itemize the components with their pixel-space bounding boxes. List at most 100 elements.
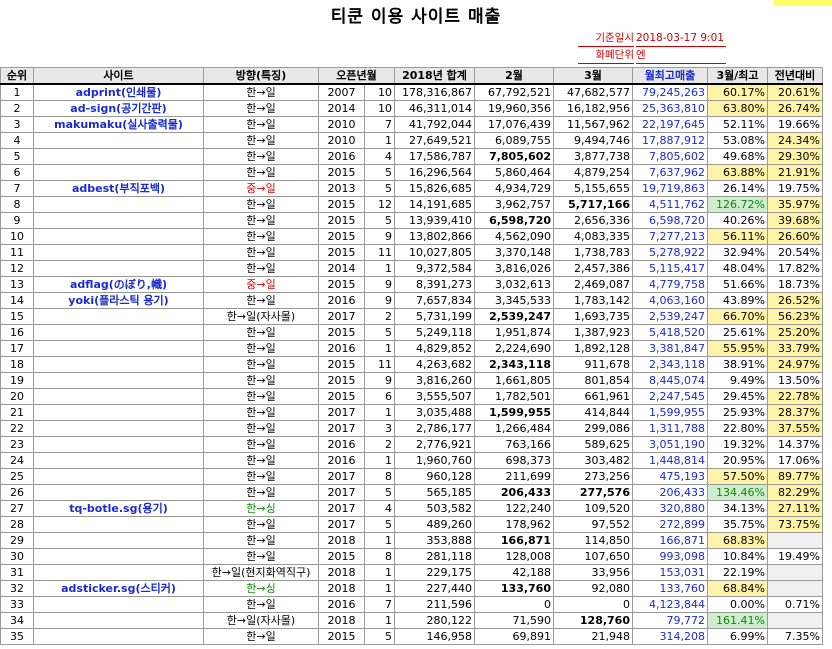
- yoy-cell[interactable]: 18.73%: [767, 276, 823, 293]
- mar-cell[interactable]: 1,693,735: [553, 308, 633, 325]
- mar-over-max-cell[interactable]: 32.94%: [707, 244, 768, 261]
- mar-cell[interactable]: 5,155,655: [553, 180, 633, 197]
- yoy-cell[interactable]: [767, 580, 823, 597]
- site-cell[interactable]: [33, 324, 204, 341]
- site-cell[interactable]: [33, 628, 204, 645]
- open-month-cell[interactable]: 3: [364, 420, 395, 437]
- direction-cell[interactable]: 한→일: [203, 372, 319, 389]
- direction-cell[interactable]: 한→일: [203, 420, 319, 437]
- table-row[interactable]: 32 adsticker.sg(스티커) 한→싱 2018 1 227,440 133,76…: [0, 580, 823, 597]
- rank-cell[interactable]: 24: [0, 452, 34, 469]
- direction-cell[interactable]: 한→일: [203, 132, 319, 149]
- table-row[interactable]: 18 한→일 2015 11 4,263,682 2,343,118 911,678 2,34…: [0, 356, 823, 373]
- open-month-cell[interactable]: 6: [364, 388, 395, 405]
- monthly-max-cell[interactable]: 1,448,814: [632, 452, 708, 469]
- direction-cell[interactable]: 한→일: [203, 532, 319, 549]
- table-row[interactable]: 12 한→일 2014 1 9,372,584 3,816,026 2,457,386 5,1…: [0, 260, 823, 277]
- rank-cell[interactable]: 16: [0, 324, 34, 341]
- table-row[interactable]: 13 adflag(のぼり,幟) 중→일 2015 9 8,391,273 3,032,61…: [0, 276, 823, 293]
- direction-cell[interactable]: 한→일: [203, 244, 319, 261]
- table-row[interactable]: 16 한→일 2015 5 5,249,118 1,951,874 1,387,923 5,4…: [0, 324, 823, 341]
- yoy-cell[interactable]: 37.55%: [767, 420, 823, 437]
- mar-cell[interactable]: 9,494,746: [553, 132, 633, 149]
- total-2018-cell[interactable]: 2,786,177: [394, 420, 475, 437]
- base-date-value[interactable]: 2018-03-17 9:01: [636, 31, 726, 47]
- feb-cell[interactable]: 71,590: [474, 612, 554, 629]
- yoy-cell[interactable]: 89.77%: [767, 468, 823, 485]
- mar-cell[interactable]: 4,083,335: [553, 228, 633, 245]
- feb-cell[interactable]: 166,871: [474, 532, 554, 549]
- yoy-cell[interactable]: [767, 564, 823, 581]
- site-cell[interactable]: tq-botle.sg(용기): [33, 500, 204, 517]
- header-open-date[interactable]: 오픈년월: [318, 67, 395, 85]
- mar-cell[interactable]: 2,469,087: [553, 276, 633, 293]
- monthly-max-cell[interactable]: 5,278,922: [632, 244, 708, 261]
- table-row[interactable]: 35 한→일 2015 5 146,958 69,891 21,948 314,208 6.99…: [0, 628, 823, 645]
- feb-cell[interactable]: 69,891: [474, 628, 554, 645]
- site-cell[interactable]: [33, 372, 204, 389]
- table-row[interactable]: 28 한→일 2017 5 489,260 178,962 97,552 272,899 35.…: [0, 516, 823, 533]
- header-2018-total[interactable]: 2018년 합계: [394, 67, 475, 85]
- mar-cell[interactable]: 1,387,923: [553, 324, 633, 341]
- table-row[interactable]: 4 한→일 2010 1 27,649,521 6,089,755 9,494,746 17,…: [0, 132, 823, 149]
- rank-cell[interactable]: 35: [0, 628, 34, 645]
- open-month-cell[interactable]: 11: [364, 356, 395, 373]
- yoy-cell[interactable]: 19.66%: [767, 116, 823, 133]
- rank-cell[interactable]: 18: [0, 356, 34, 373]
- header-site[interactable]: 사이트: [33, 67, 204, 85]
- table-row[interactable]: 9 한→일 2015 5 13,939,410 6,598,720 2,656,336 6,5…: [0, 212, 823, 229]
- open-year-cell[interactable]: 2015: [318, 164, 365, 181]
- open-month-cell[interactable]: 4: [364, 500, 395, 517]
- rank-cell[interactable]: 27: [0, 500, 34, 517]
- feb-cell[interactable]: 2,224,690: [474, 340, 554, 357]
- direction-cell[interactable]: 한→일: [203, 100, 319, 117]
- site-cell[interactable]: [33, 436, 204, 453]
- open-year-cell[interactable]: 2017: [318, 468, 365, 485]
- direction-cell[interactable]: 한→일: [203, 260, 319, 277]
- feb-cell[interactable]: 7,805,602: [474, 148, 554, 165]
- rank-cell[interactable]: 4: [0, 132, 34, 149]
- mar-cell[interactable]: 1,783,142: [553, 292, 633, 309]
- feb-cell[interactable]: 3,816,026: [474, 260, 554, 277]
- table-row[interactable]: 33 한→일 2016 7 211,596 0 0 4,123,844 0.00% 0.71%: [0, 596, 823, 613]
- open-year-cell[interactable]: 2015: [318, 628, 365, 645]
- feb-cell[interactable]: 17,076,439: [474, 116, 554, 133]
- total-2018-cell[interactable]: 960,128: [394, 468, 475, 485]
- total-2018-cell[interactable]: 17,586,787: [394, 148, 475, 165]
- rank-cell[interactable]: 32: [0, 580, 34, 597]
- monthly-max-cell[interactable]: 25,363,810: [632, 100, 708, 117]
- open-year-cell[interactable]: 2017: [318, 404, 365, 421]
- mar-over-max-cell[interactable]: 53.08%: [707, 132, 768, 149]
- total-2018-cell[interactable]: 146,958: [394, 628, 475, 645]
- feb-cell[interactable]: 1,599,955: [474, 404, 554, 421]
- open-month-cell[interactable]: 5: [364, 212, 395, 229]
- site-cell[interactable]: [33, 452, 204, 469]
- open-month-cell[interactable]: 5: [364, 164, 395, 181]
- table-row[interactable]: 6 한→일 2015 5 16,296,564 5,860,464 4,879,254 7,6…: [0, 164, 823, 181]
- mar-cell[interactable]: 114,850: [553, 532, 633, 549]
- mar-cell[interactable]: 3,877,738: [553, 148, 633, 165]
- yoy-cell[interactable]: 73.75%: [767, 516, 823, 533]
- header-mar[interactable]: 3월: [553, 67, 633, 85]
- yoy-cell[interactable]: [767, 612, 823, 629]
- direction-cell[interactable]: 한→일: [203, 292, 319, 309]
- monthly-max-cell[interactable]: 7,637,962: [632, 164, 708, 181]
- table-row[interactable]: 11 한→일 2015 11 10,027,805 3,370,148 1,738,783 5…: [0, 244, 823, 261]
- monthly-max-cell[interactable]: 166,871: [632, 532, 708, 549]
- direction-cell[interactable]: 한→일: [203, 484, 319, 501]
- site-cell[interactable]: [33, 612, 204, 629]
- open-month-cell[interactable]: 5: [364, 180, 395, 197]
- site-cell[interactable]: [33, 404, 204, 421]
- monthly-max-cell[interactable]: 7,277,213: [632, 228, 708, 245]
- open-year-cell[interactable]: 2015: [318, 244, 365, 261]
- table-row[interactable]: 20 한→일 2015 6 3,555,507 1,782,501 661,961 2,247…: [0, 388, 823, 405]
- table-row[interactable]: 21 한→일 2017 1 3,035,488 1,599,955 414,844 1,599…: [0, 404, 823, 421]
- mar-over-max-cell[interactable]: 6.99%: [707, 628, 768, 645]
- table-row[interactable]: 22 한→일 2017 3 2,786,177 1,266,484 299,086 1,311…: [0, 420, 823, 437]
- yoy-cell[interactable]: 17.06%: [767, 452, 823, 469]
- yoy-cell[interactable]: 19.75%: [767, 180, 823, 197]
- total-2018-cell[interactable]: 46,311,014: [394, 100, 475, 117]
- open-month-cell[interactable]: 9: [364, 228, 395, 245]
- site-cell[interactable]: [33, 260, 204, 277]
- direction-cell[interactable]: 한→일: [203, 628, 319, 645]
